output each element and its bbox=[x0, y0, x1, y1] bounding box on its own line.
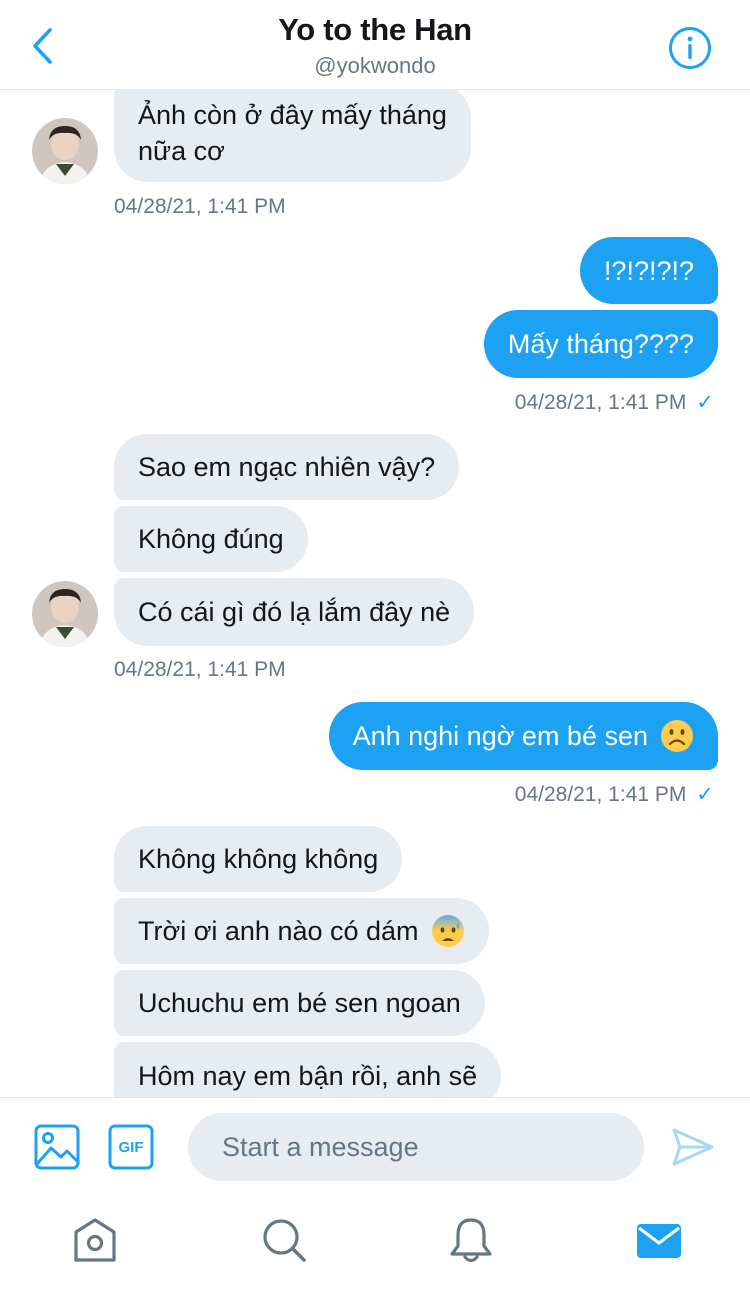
message-text: Mấy tháng???? bbox=[507, 329, 694, 359]
info-icon bbox=[669, 27, 711, 69]
incoming-message[interactable]: Trời ơi anh nào có dám bbox=[114, 898, 489, 964]
incoming-message[interactable]: Hôm nay em bận rồi, anh sẽ bbox=[114, 1042, 502, 1097]
timestamp: 04/28/21, 1:41 PM bbox=[114, 195, 286, 218]
message-composer: GIF bbox=[0, 1097, 750, 1195]
incoming-message[interactable]: Có cái gì đó lạ lắm đây nè bbox=[114, 578, 475, 646]
message-text: Trời ơi anh nào có dám bbox=[138, 916, 419, 946]
frowning-face-emoji bbox=[660, 719, 694, 753]
tab-home[interactable] bbox=[70, 1215, 120, 1265]
avatar[interactable] bbox=[32, 118, 98, 184]
timestamp-text: 04/28/21, 1:41 PM bbox=[514, 390, 687, 414]
incoming-message[interactable]: Uchuchu em bé sen ngoan bbox=[114, 970, 485, 1036]
send-button[interactable] bbox=[670, 1124, 716, 1170]
home-icon bbox=[74, 1218, 116, 1262]
message-text: Không đúng bbox=[138, 524, 284, 554]
mail-icon bbox=[637, 1224, 681, 1258]
tab-search[interactable] bbox=[259, 1215, 309, 1265]
avatar[interactable] bbox=[32, 581, 98, 647]
timestamp: 04/28/21, 1:41 PM ✓ bbox=[515, 782, 714, 807]
image-button[interactable] bbox=[34, 1124, 80, 1170]
message-text: Uchuchu em bé sen ngoan bbox=[138, 988, 461, 1018]
timestamp: 04/28/21, 1:41 PM bbox=[114, 658, 286, 681]
message-text: Có cái gì đó lạ lắm đây nè bbox=[138, 597, 451, 627]
message-input[interactable] bbox=[188, 1113, 644, 1181]
message-text: Sao em ngạc nhiên vậy? bbox=[138, 452, 436, 482]
page-title: Yo to the Han bbox=[278, 12, 472, 47]
bottom-tab-bar bbox=[0, 1195, 750, 1295]
search-icon bbox=[263, 1219, 306, 1262]
message-text: Anh nghi ngờ em bé sen bbox=[352, 721, 648, 751]
outgoing-message[interactable]: Anh nghi ngờ em bé sen bbox=[328, 702, 718, 770]
message-text: Hôm nay em bận rồi, anh sẽ bbox=[138, 1061, 478, 1091]
incoming-message[interactable]: Ảnh còn ở đây mấy tháng nữa cơ bbox=[114, 84, 471, 182]
outgoing-message[interactable]: Mấy tháng???? bbox=[483, 310, 718, 378]
incoming-message[interactable]: Không không không bbox=[114, 826, 403, 892]
timestamp: 04/28/21, 1:41 PM ✓ bbox=[515, 390, 714, 415]
outgoing-message[interactable]: !?!?!?!? bbox=[579, 237, 718, 304]
message-text: nữa cơ bbox=[138, 136, 225, 166]
incoming-message[interactable]: Không đúng bbox=[114, 506, 308, 572]
conversation-title-block[interactable]: Yo to the Han @yokwondo bbox=[0, 10, 750, 80]
image-icon bbox=[34, 1124, 80, 1170]
user-handle: @yokwondo bbox=[314, 53, 436, 78]
conversation[interactable]: Ảnh còn ở đây mấy tháng nữa cơ 04/28/21,… bbox=[0, 0, 750, 1097]
tab-messages[interactable] bbox=[634, 1215, 684, 1265]
tab-notifications[interactable] bbox=[446, 1215, 496, 1265]
anxious-face-with-sweat-emoji bbox=[431, 914, 465, 948]
conversation-header: Yo to the Han @yokwondo bbox=[0, 0, 750, 90]
gif-label: GIF bbox=[118, 1138, 144, 1156]
message-text: !?!?!?!? bbox=[603, 255, 694, 286]
info-button[interactable] bbox=[668, 26, 712, 70]
message-text: Không không không bbox=[138, 844, 379, 874]
send-icon bbox=[672, 1128, 714, 1166]
bell-icon bbox=[450, 1218, 492, 1263]
read-check-icon: ✓ bbox=[696, 391, 714, 414]
read-check-icon: ✓ bbox=[696, 783, 714, 806]
timestamp-text: 04/28/21, 1:41 PM bbox=[514, 782, 687, 806]
incoming-message[interactable]: Sao em ngạc nhiên vậy? bbox=[114, 434, 460, 500]
message-text: Ảnh còn ở đây mấy tháng bbox=[138, 100, 447, 130]
gif-button[interactable]: GIF bbox=[108, 1124, 154, 1170]
